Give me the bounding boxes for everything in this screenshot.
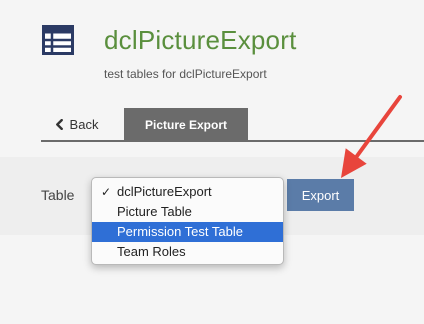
- dropdown-option-picture-table[interactable]: Picture Table: [92, 202, 283, 222]
- table-select-dropdown[interactable]: ✓ dclPictureExport Picture Table Permiss…: [91, 177, 284, 265]
- checkmark-icon: ✓: [101, 185, 112, 199]
- app-title: dclPictureExport: [104, 25, 297, 55]
- back-tab[interactable]: Back: [41, 108, 111, 140]
- app-subtitle: test tables for dclPictureExport: [104, 67, 267, 81]
- dropdown-option-label: Permission Test Table: [117, 224, 243, 239]
- table-icon: [42, 25, 74, 55]
- tab-bar-divider: [41, 140, 424, 142]
- export-button-label: Export: [301, 187, 340, 203]
- dropdown-option-label: Picture Table: [117, 204, 192, 219]
- dropdown-option-dclpictureexport[interactable]: ✓ dclPictureExport: [92, 182, 283, 202]
- export-button[interactable]: Export: [287, 179, 354, 211]
- chevron-left-icon: [55, 118, 63, 130]
- tab-picture-export[interactable]: Picture Export: [124, 108, 248, 141]
- dropdown-option-permission-test-table[interactable]: Permission Test Table: [92, 222, 283, 242]
- dropdown-option-label: dclPictureExport: [117, 184, 212, 199]
- dropdown-option-label: Team Roles: [117, 244, 186, 259]
- back-tab-label: Back: [69, 116, 99, 132]
- dropdown-option-team-roles[interactable]: Team Roles: [92, 242, 283, 262]
- table-label: Table: [41, 187, 75, 203]
- tab-picture-export-label: Picture Export: [144, 117, 228, 132]
